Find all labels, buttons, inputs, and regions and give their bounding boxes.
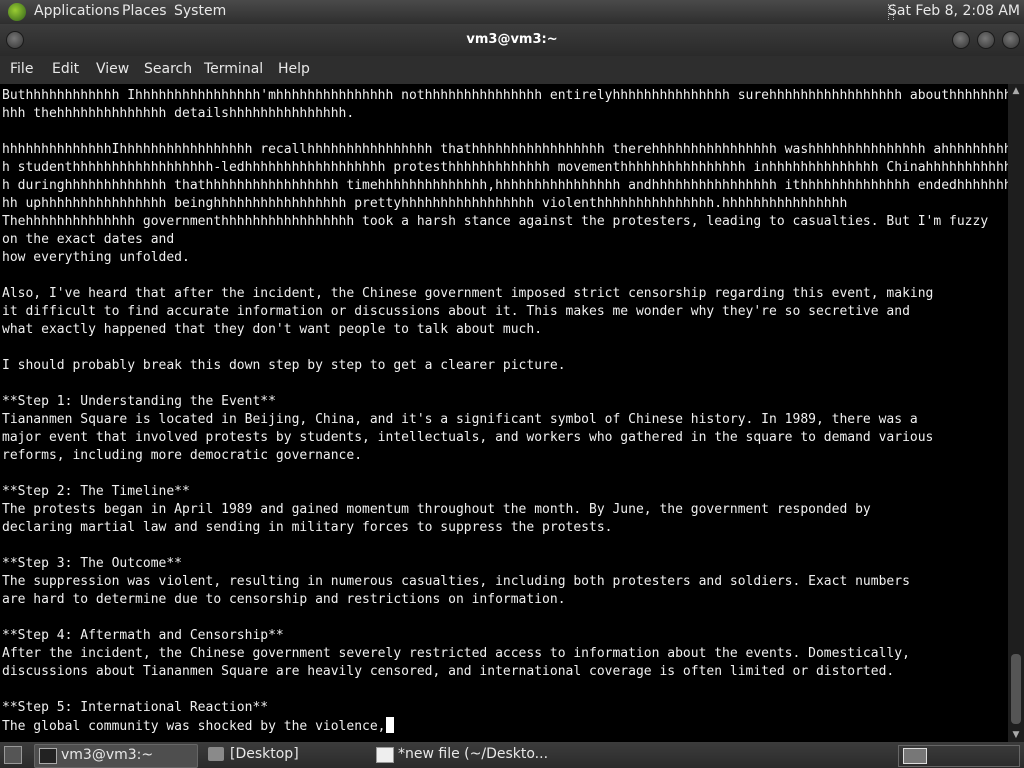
task-label: vm3@vm3:~ <box>61 747 154 763</box>
task-text-editor[interactable]: *new file (~/Deskto... <box>372 744 548 766</box>
scroll-down-arrow-icon[interactable]: ▼ <box>1008 728 1024 742</box>
applications-menu[interactable]: Applications <box>34 3 120 19</box>
menu-view[interactable]: View <box>96 61 129 77</box>
window-title: vm3@vm3:~ <box>466 32 558 47</box>
menu-edit[interactable]: Edit <box>52 61 79 77</box>
text-cursor <box>385 717 394 733</box>
scroll-thumb[interactable] <box>1011 654 1021 724</box>
terminal-menubar: File Edit View Search Terminal Help <box>0 56 1024 84</box>
bottom-taskbar: vm3@vm3:~ [Desktop] *new file (~/Deskto.… <box>0 742 1024 768</box>
top-panel: Applications Places System Sat Feb 8, 2:… <box>0 0 1024 24</box>
task-label: *new file (~/Deskto... <box>398 746 549 762</box>
task-desktop[interactable]: [Desktop] <box>204 744 366 766</box>
folder-icon <box>208 747 224 761</box>
terminal-icon <box>39 748 57 764</box>
terminal-area[interactable]: Buthhhhhhhhhhhh Ihhhhhhhhhhhhhhhh'mhhhhh… <box>0 84 1008 742</box>
scroll-up-arrow-icon[interactable]: ▲ <box>1008 84 1024 98</box>
terminal-output: Buthhhhhhhhhhhh Ihhhhhhhhhhhhhhhh'mhhhhh… <box>2 88 1008 734</box>
close-button[interactable] <box>1002 31 1020 49</box>
places-menu[interactable]: Places <box>122 3 167 19</box>
task-label: [Desktop] <box>230 746 299 762</box>
show-desktop-button[interactable] <box>4 746 22 764</box>
text-editor-icon <box>376 747 394 763</box>
system-menu[interactable]: System <box>174 3 226 19</box>
menu-help[interactable]: Help <box>278 61 310 77</box>
maximize-button[interactable] <box>977 31 995 49</box>
minimize-button[interactable] <box>952 31 970 49</box>
clock[interactable]: Sat Feb 8, 2:08 AM <box>888 3 1020 19</box>
workspace-switcher[interactable] <box>898 745 1020 767</box>
workspace-1[interactable] <box>903 748 927 764</box>
menu-search[interactable]: Search <box>144 61 192 77</box>
menu-file[interactable]: File <box>10 61 33 77</box>
window-titlebar[interactable]: vm3@vm3:~ <box>0 24 1024 56</box>
terminal-scrollbar[interactable]: ▲ ▼ <box>1008 84 1024 742</box>
menu-terminal[interactable]: Terminal <box>204 61 263 77</box>
gnome-foot-icon[interactable] <box>8 3 26 21</box>
task-terminal[interactable]: vm3@vm3:~ <box>34 744 198 768</box>
